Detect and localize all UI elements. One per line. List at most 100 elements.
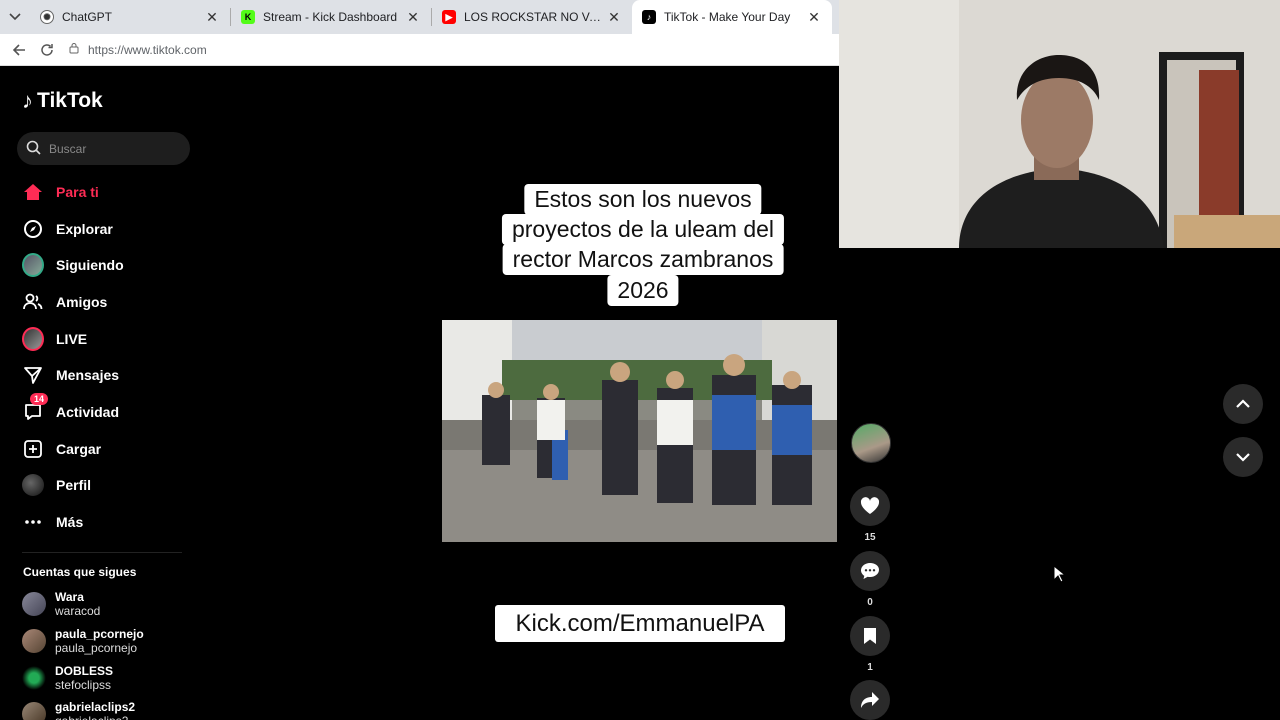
arrow-left-icon [12,43,25,56]
next-video-button[interactable] [1223,437,1263,477]
webcam-image [839,0,1280,248]
close-icon[interactable]: ✕ [204,9,220,26]
nav-actividad[interactable]: 14 Actividad [22,393,120,424]
nav-label: Mensajes [56,367,120,383]
live-avatar-icon [22,327,44,351]
screen: ✺ ChatGPT ✕ K Stream - Kick Dashboard ✕ … [0,0,1280,720]
home-icon [22,181,44,203]
upload-icon [22,438,44,460]
activity-badge: 14 [30,393,49,405]
search-box[interactable] [17,132,190,165]
kick-overlay-text: Kick.com/EmmanuelPA [495,605,785,642]
chevron-down-icon [1236,453,1250,462]
account-handle: gabrielaclips2 [55,714,135,720]
tab-title: TikTok - Make Your Day [664,10,791,24]
address-bar: https://www.tiktok.com [0,34,839,66]
url-text: https://www.tiktok.com [88,42,207,57]
nav-explorar[interactable]: Explorar [22,217,113,241]
nav-label: Cargar [56,441,102,457]
back-button[interactable] [8,39,30,61]
caption-line: proyectos de la uleam del [501,214,785,245]
mouse-cursor-icon [1053,564,1067,588]
search-input[interactable] [49,141,169,156]
nav-perfil[interactable]: Perfil [22,473,91,497]
close-icon[interactable]: ✕ [606,9,622,26]
nav-live[interactable]: LIVE [22,327,87,351]
like-count: 15 [864,532,876,543]
tab-kick-dashboard[interactable]: K Stream - Kick Dashboard ✕ [231,0,431,34]
tab-title: Stream - Kick Dashboard [263,10,398,24]
nav-mas[interactable]: Más [22,510,83,534]
video-photo-image [442,320,837,542]
nav-amigos[interactable]: Amigos [22,290,107,314]
account-name: Wara [55,590,84,604]
reload-icon [41,43,53,56]
nav-label: Actividad [56,404,120,420]
creator-avatar[interactable] [851,423,891,463]
account-name: gabrielaclips2 [55,700,136,714]
tab-chatgpt[interactable]: ✺ ChatGPT ✕ [30,0,230,34]
followed-account[interactable]: paula_pcornejo paula_pcornejo [22,627,144,655]
chevron-up-icon [1236,399,1250,408]
comment-icon [861,563,879,579]
followed-account[interactable]: Wara waracod [22,590,100,618]
like-button[interactable] [850,486,890,526]
avatar [22,592,46,616]
friends-icon [22,291,44,313]
chatgpt-icon: ✺ [40,10,54,24]
avatar [22,629,46,653]
close-icon[interactable]: ✕ [405,9,421,26]
account-name: paula_pcornejo [55,627,144,641]
nav-label: Siguiendo [56,257,124,273]
logo-text: TikTok [37,89,103,112]
account-name: DOBLESS [55,664,114,678]
nav-label: Explorar [56,221,113,237]
url-field[interactable]: https://www.tiktok.com [68,42,207,57]
share-button[interactable] [850,680,890,720]
compass-icon [22,218,44,240]
account-handle: waracod [55,604,101,618]
save-button[interactable] [850,616,890,656]
bookmark-icon [864,628,876,644]
following-avatar-icon [22,253,44,277]
avatar [22,702,46,720]
video-frame[interactable] [442,320,837,542]
caption-line: rector Marcos zambranos [502,244,784,275]
caption-line: Estos son los nuevos [524,184,762,215]
browser-tab-bar: ✺ ChatGPT ✕ K Stream - Kick Dashboard ✕ … [0,0,839,34]
nav-label: Más [56,514,84,530]
inbox-icon: 14 [22,393,49,423]
avatar [22,666,46,690]
tiktok-logo[interactable]: ♪ TikTok [22,88,103,114]
tab-title: LOS ROCKSTAR NO VAN AL CIELO [464,10,606,24]
search-icon [26,140,41,158]
tab-youtube[interactable]: ▶ LOS ROCKSTAR NO VAN AL CIELO ✕ [432,0,632,34]
nav-label: LIVE [56,331,88,347]
caption-line: 2026 [607,275,679,306]
comment-button[interactable] [850,551,890,591]
nav-mensajes[interactable]: Mensajes [22,363,119,387]
previous-video-button[interactable] [1223,384,1263,424]
nav-label: Perfil [56,477,92,493]
comment-count: 0 [867,597,873,608]
followed-account[interactable]: DOBLESS stefoclipss [22,664,113,692]
save-count: 1 [867,662,873,673]
tab-title: ChatGPT [62,10,113,24]
tab-tiktok[interactable]: ♪ TikTok - Make Your Day ✕ [632,0,832,34]
heart-icon [860,497,880,514]
reload-button[interactable] [36,39,58,61]
nav-label: Amigos [56,294,108,310]
sidebar-divider [22,552,182,553]
nav-cargar[interactable]: Cargar [22,437,101,461]
nav-label: Para ti [56,184,99,200]
close-icon[interactable]: ✕ [806,9,822,26]
tab-search-button[interactable] [0,0,30,34]
nav-para-ti[interactable]: Para ti [22,180,99,204]
site-info-icon[interactable] [68,42,80,57]
send-icon [22,364,44,386]
tiktok-icon: ♪ [642,10,656,24]
followed-account[interactable]: gabrielaclips2gabrielaclips2 [22,700,135,720]
page-right-area [839,248,1280,720]
nav-siguiendo[interactable]: Siguiendo [22,253,124,277]
webcam-overlay [839,0,1280,248]
